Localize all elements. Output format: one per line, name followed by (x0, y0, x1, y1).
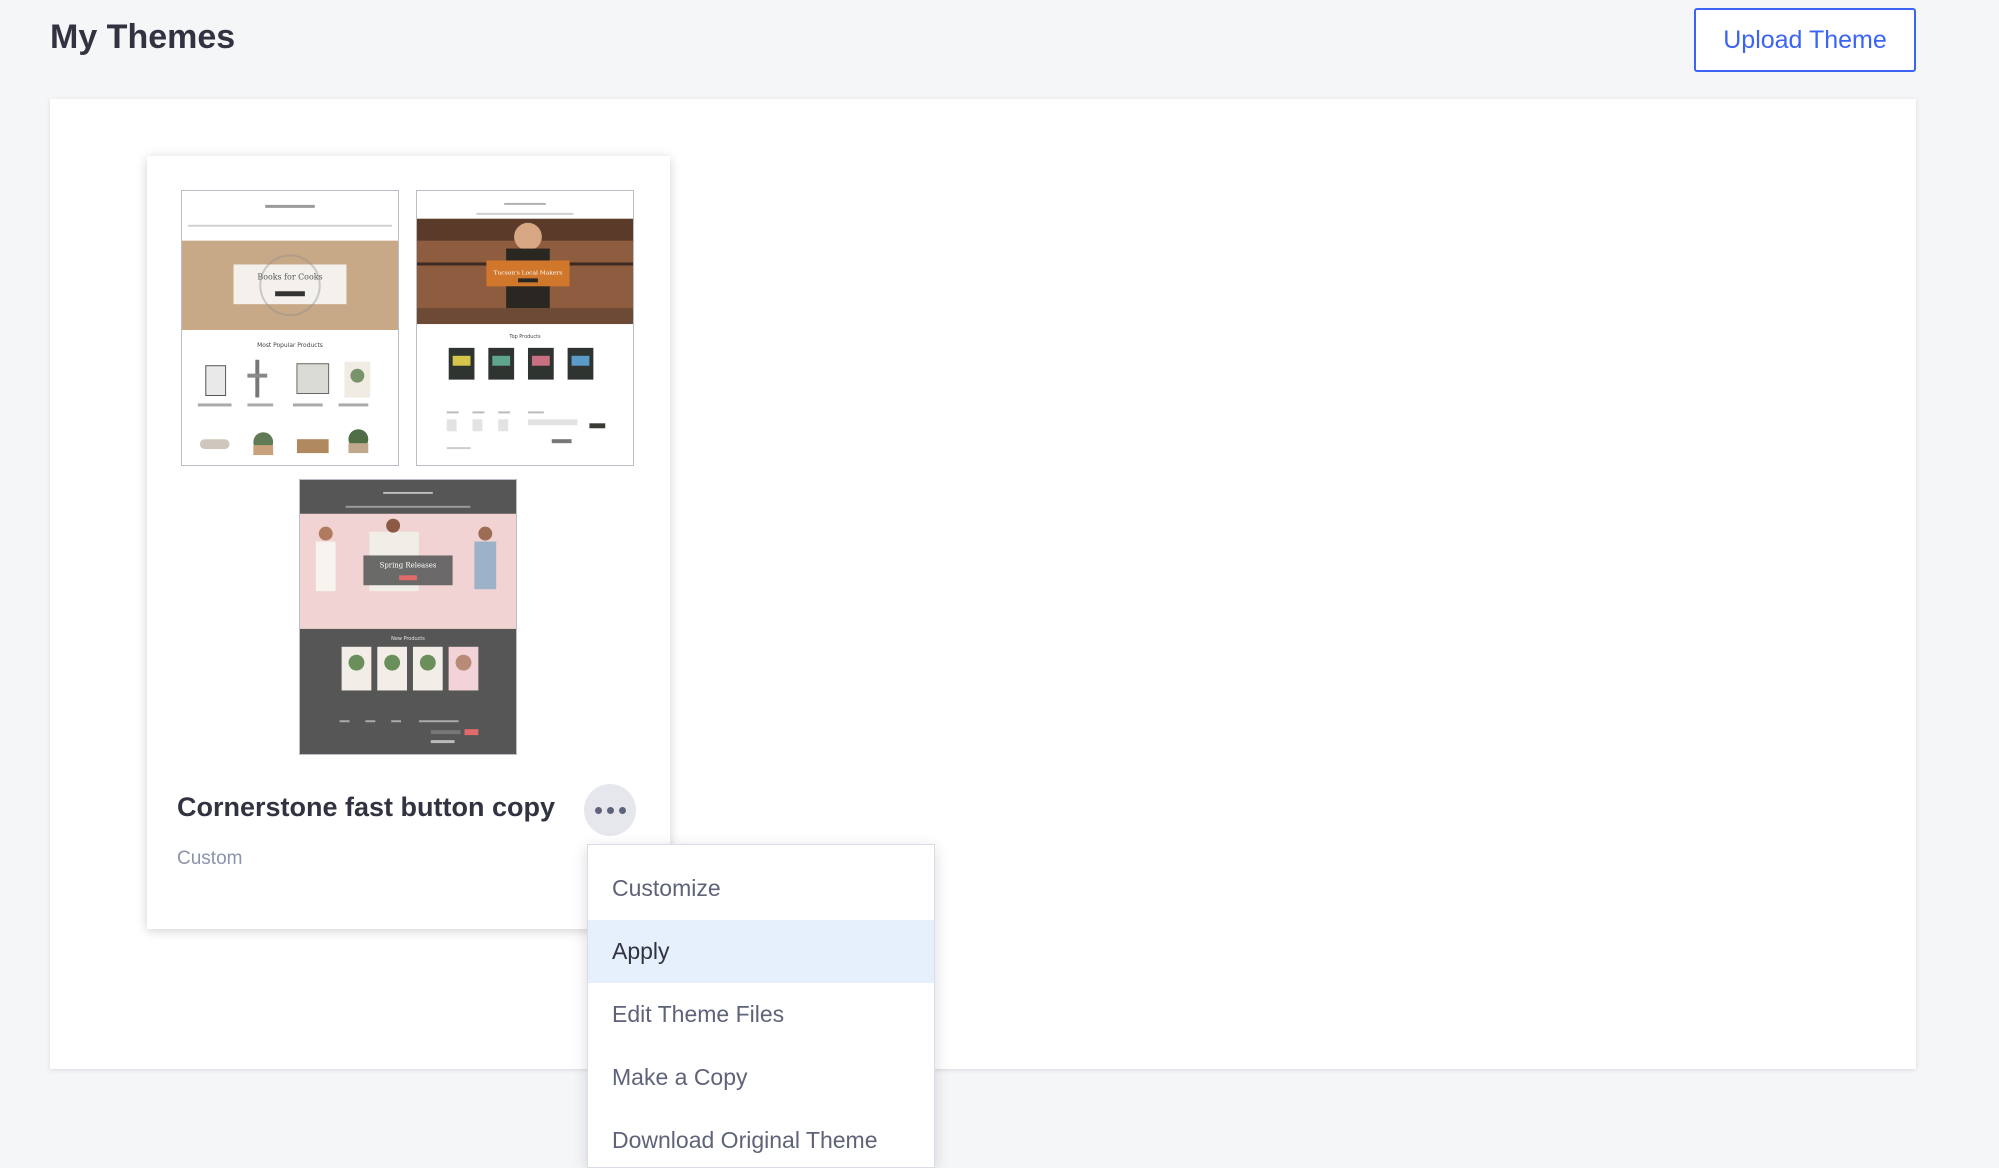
theme-preview-light[interactable]: Books for Cooks Most Popular Products (181, 190, 399, 466)
theme-preview-bold[interactable]: Tucson's Local Makers Top Products (416, 190, 634, 466)
preview-hero-text: Tucson's Local Makers (494, 269, 563, 276)
more-dot-icon (594, 806, 602, 814)
menu-item-apply[interactable]: Apply (588, 920, 934, 983)
menu-item-make-a-copy[interactable]: Make a Copy (588, 1046, 934, 1109)
theme-preview-warm[interactable]: Spring Releases New Products (299, 479, 517, 755)
preview-hero-text: Spring Releases (380, 561, 437, 569)
theme-actions-menu: Customize Apply Edit Theme Files Make a … (587, 844, 935, 1168)
preview-hero-text: Books for Cooks (257, 272, 322, 281)
page-title: My Themes (50, 18, 236, 56)
theme-name: Cornerstone fast button copy (177, 792, 556, 822)
upload-theme-button[interactable]: Upload Theme (1694, 8, 1916, 72)
more-dot-icon (606, 806, 614, 814)
theme-card: Books for Cooks Most Popular Products Tu… (147, 156, 670, 929)
menu-item-edit-theme-files[interactable]: Edit Theme Files (588, 983, 934, 1046)
more-options-button[interactable] (584, 784, 636, 836)
preview-section-title: Top Products (508, 334, 541, 340)
theme-type-label: Custom (177, 848, 243, 869)
more-dot-icon (618, 806, 626, 814)
preview-section-title: Most Popular Products (257, 342, 323, 349)
menu-item-customize[interactable]: Customize (588, 857, 934, 920)
menu-item-download-original-theme[interactable]: Download Original Theme (588, 1109, 934, 1168)
preview-section-title: New Products (391, 636, 425, 642)
themes-page: My Themes Upload Theme Books for Cooks M… (0, 0, 1999, 1168)
